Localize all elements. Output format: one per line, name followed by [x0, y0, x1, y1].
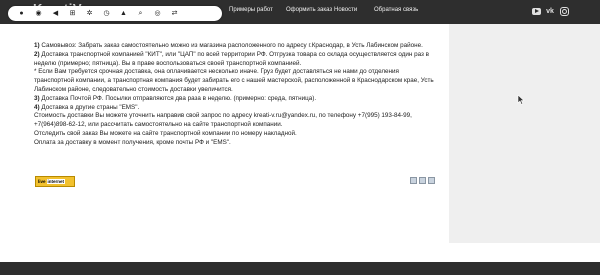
plus-square-icon[interactable]: ⊞ — [67, 8, 78, 19]
bell-icon[interactable]: ▲ — [118, 8, 129, 19]
right-sidebar-panel — [449, 24, 600, 243]
delivery-cost-info: Стоимость доставки Вы можете уточнить на… — [34, 112, 412, 129]
circle-icon[interactable]: ● — [16, 8, 27, 19]
share-icon[interactable] — [428, 177, 435, 184]
eye-slash-icon[interactable]: ◎ — [152, 8, 163, 19]
nav-link-order[interactable]: Оформить заказ — [286, 7, 332, 13]
tracking-info: Отследить свой заказ Вы можете на сайте … — [34, 129, 297, 137]
delivery-option-pickup: 1) Самовывоз: Забрать заказ самостоятель… — [34, 42, 423, 49]
payment-info: Оплата за доставку в момент получения, к… — [34, 138, 231, 146]
youtube-icon[interactable] — [531, 6, 541, 16]
urgent-delivery-note: * Если Вам требуется срочная доставка, о… — [34, 68, 434, 93]
back-icon[interactable]: ◀ — [50, 8, 61, 19]
nav-link-feedback[interactable]: Обратная связь — [374, 7, 418, 13]
share-icon[interactable]: ⇄ — [169, 8, 180, 19]
clock-icon[interactable]: ◷ — [101, 8, 112, 19]
vk-icon[interactable]: vk — [545, 6, 555, 16]
share-buttons — [410, 177, 435, 184]
nav-link-news[interactable]: Новости — [334, 7, 357, 13]
page: KreatiV Примеры работ Оформить заказ Нов… — [0, 0, 600, 275]
search-icon[interactable]: ⌕ — [135, 8, 146, 19]
eye-icon[interactable]: ◉ — [33, 8, 44, 19]
share-icon[interactable] — [410, 177, 417, 184]
delivery-option-post: 3) Доставка Почтой РФ. Посылки отправляю… — [34, 94, 317, 102]
delivery-info: 1) Самовывоз: Забрать заказ самостоятель… — [34, 42, 434, 148]
delivery-option-transport: 2) Доставка транспортной компанией "КИТ"… — [34, 50, 430, 67]
gear-icon[interactable]: ✲ — [84, 8, 95, 19]
liveinternet-counter[interactable]: live internet — [35, 176, 75, 187]
mouse-cursor-icon — [517, 95, 525, 105]
share-icon[interactable] — [419, 177, 426, 184]
nav-link-examples[interactable]: Примеры работ — [229, 7, 273, 13]
floating-toolbar: ● ◉ ◀ ⊞ ✲ ◷ ▲ ⌕ ◎ ⇄ — [8, 6, 222, 21]
footer-bar — [0, 262, 600, 275]
instagram-icon[interactable] — [559, 6, 569, 16]
